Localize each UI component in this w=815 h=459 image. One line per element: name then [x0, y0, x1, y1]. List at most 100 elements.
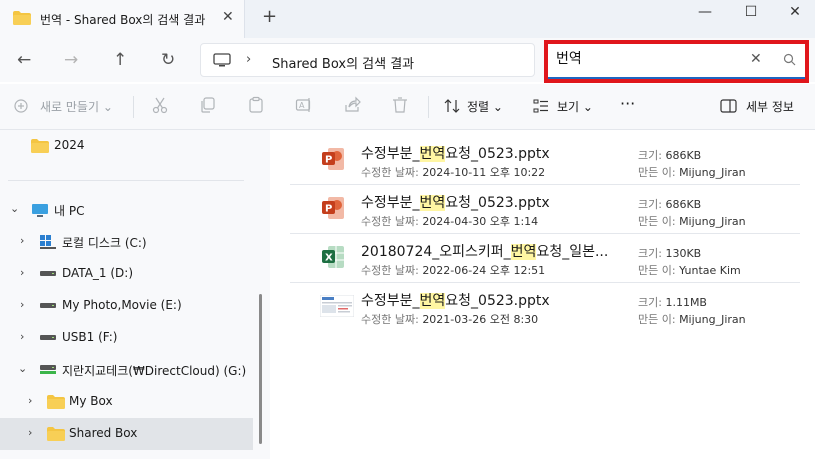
- back-button[interactable]: ←: [17, 50, 31, 70]
- file-name-prefix: 수정부분_: [361, 146, 420, 162]
- size-key: 크기:: [638, 247, 662, 260]
- folder-icon: [31, 139, 49, 153]
- modified-value: 2024-10-11 오후 10:22: [422, 166, 546, 179]
- sidebar-item-my-box[interactable]: › My Box: [0, 386, 253, 418]
- chevron-down-icon[interactable]: ⌄: [18, 362, 27, 375]
- svg-text:A: A: [299, 101, 305, 110]
- chevron-right-icon[interactable]: ›: [246, 52, 251, 67]
- search-match-highlight: 번역: [419, 293, 446, 309]
- search-box[interactable]: ✕: [548, 44, 805, 79]
- chevron-right-icon[interactable]: ›: [20, 234, 24, 247]
- sidebar-item-this-pc[interactable]: ⌄ 내 PC: [0, 194, 253, 226]
- file-name-suffix: 요청_0523.pptx: [445, 293, 550, 309]
- list-item[interactable]: X 20180724_오피스키퍼_번역요청_일본... 수정한 날짜: 2022…: [290, 234, 800, 283]
- search-input[interactable]: [556, 50, 741, 66]
- breadcrumb[interactable]: Shared Box의 검색 결과: [272, 53, 414, 72]
- drive-icon: [40, 335, 56, 340]
- sidebar-item-label: 내 PC: [54, 204, 85, 218]
- forward-button[interactable]: →: [64, 50, 78, 70]
- file-size: 크기: 686KB: [638, 196, 701, 212]
- close-tab-icon[interactable]: ✕: [222, 9, 234, 25]
- sidebar-item-label: DATA_1 (D:): [62, 266, 134, 280]
- size-value: 686KB: [665, 198, 702, 211]
- sidebar-item-drive-d[interactable]: › DATA_1 (D:): [0, 258, 253, 290]
- sidebar-item-2024[interactable]: 2024: [0, 130, 253, 162]
- chevron-right-icon[interactable]: ›: [28, 394, 32, 407]
- computer-icon: [32, 204, 48, 217]
- sidebar-item-drive-g[interactable]: ⌄ 지란지교테크(₩DirectCloud) (G:): [0, 354, 253, 386]
- refresh-button[interactable]: ↻: [161, 50, 175, 70]
- list-item[interactable]: 수정부분_번역요청_0523.pptx 수정한 날짜: 2021-03-26 오…: [290, 283, 800, 331]
- powerpoint-file-icon: P: [322, 197, 344, 219]
- cut-icon[interactable]: [151, 96, 169, 114]
- tab-title: 번역 - Shared Box의 검색 결과: [40, 13, 206, 27]
- search-match-highlight: 번역: [419, 146, 446, 162]
- file-name-suffix: 요청_0523.pptx: [445, 195, 550, 211]
- more-options-button[interactable]: ···: [620, 94, 635, 113]
- paste-icon[interactable]: [247, 96, 265, 114]
- file-size: 크기: 686KB: [638, 147, 701, 163]
- maximize-button[interactable]: ☐: [731, 4, 771, 20]
- sidebar-item-drive-e[interactable]: › My Photo,Movie (E:): [0, 290, 253, 322]
- size-value: 686KB: [665, 149, 702, 162]
- toolbar-divider: [428, 96, 429, 118]
- file-name-prefix: 수정부분_: [361, 195, 420, 211]
- file-size: 크기: 1.11MB: [638, 294, 707, 310]
- size-key: 크기:: [638, 296, 662, 309]
- sidebar-item-label: My Photo,Movie (E:): [62, 298, 182, 312]
- svg-text:P: P: [325, 155, 332, 166]
- folder-icon: [47, 395, 65, 409]
- sidebar-item-label: My Box: [69, 394, 113, 408]
- sort-button[interactable]: 정렬 ⌄: [467, 98, 503, 115]
- modified-key: 수정한 날짜:: [361, 264, 419, 277]
- up-button[interactable]: ↑: [113, 50, 127, 70]
- delete-icon[interactable]: [391, 96, 409, 114]
- list-item[interactable]: P 수정부분_번역요청_0523.pptx 수정한 날짜: 2024-10-11…: [290, 136, 800, 185]
- sidebar-item-drive-c[interactable]: › 로컬 디스크 (C:): [0, 226, 253, 258]
- search-icon[interactable]: [783, 53, 796, 66]
- file-modified: 수정한 날짜: 2021-03-26 오전 8:30: [361, 311, 538, 327]
- command-bar: 새로 만들기 ⌄ A 정렬 ⌄ 보기 ⌄ ··· 세부 정보: [0, 84, 815, 130]
- file-author: 만든 이: Yuntae Kim: [638, 262, 741, 278]
- file-name-prefix: 수정부분_: [361, 293, 420, 309]
- sidebar-scrollbar[interactable]: [259, 294, 262, 444]
- file-author: 만든 이: Mijung_Jiran: [638, 311, 746, 327]
- modified-key: 수정한 날짜:: [361, 215, 419, 228]
- size-key: 크기:: [638, 198, 662, 211]
- chevron-right-icon[interactable]: ›: [20, 330, 24, 343]
- file-name: 20180724_오피스키퍼_번역요청_일본...: [361, 241, 608, 261]
- new-menu-button[interactable]: 새로 만들기 ⌄: [40, 98, 113, 115]
- tab-search-results[interactable]: 번역 - Shared Box의 검색 결과 ✕: [0, 0, 245, 38]
- sidebar-item-label: 2024: [54, 138, 85, 152]
- author-value: Mijung_Jiran: [679, 215, 746, 228]
- sidebar-item-shared-box[interactable]: › Shared Box: [0, 418, 253, 450]
- new-tab-button[interactable]: +: [262, 6, 277, 27]
- file-size: 크기: 130KB: [638, 245, 701, 261]
- copy-icon[interactable]: [199, 96, 217, 114]
- sidebar-item-label: Shared Box: [69, 426, 138, 440]
- details-button[interactable]: 세부 정보: [746, 98, 794, 115]
- sidebar-item-drive-f[interactable]: › USB1 (F:): [0, 322, 253, 354]
- file-modified: 수정한 날짜: 2022-06-24 오후 12:51: [361, 262, 545, 278]
- modified-key: 수정한 날짜:: [361, 313, 419, 326]
- navigation-pane: 2024 ⌄ 내 PC › 로컬 디스크 (C:) › DATA_1 (D:) …: [0, 130, 270, 459]
- rename-icon[interactable]: A: [295, 96, 313, 114]
- close-window-button[interactable]: ✕: [775, 4, 815, 20]
- address-bar[interactable]: › Shared Box의 검색 결과: [200, 43, 535, 77]
- list-item[interactable]: P 수정부분_번역요청_0523.pptx 수정한 날짜: 2024-04-30…: [290, 185, 800, 234]
- image-thumbnail-icon: [320, 295, 354, 317]
- view-button[interactable]: 보기 ⌄: [557, 98, 593, 115]
- file-name: 수정부분_번역요청_0523.pptx: [361, 290, 550, 310]
- minimize-button[interactable]: —: [685, 4, 725, 20]
- windows-drive-icon: [40, 235, 56, 249]
- chevron-right-icon[interactable]: ›: [20, 298, 24, 311]
- drive-icon: [40, 271, 56, 276]
- chevron-right-icon[interactable]: ›: [28, 426, 32, 439]
- chevron-right-icon[interactable]: ›: [20, 266, 24, 279]
- toolbar-divider: [133, 96, 134, 118]
- clear-search-icon[interactable]: ✕: [750, 51, 762, 67]
- chevron-down-icon[interactable]: ⌄: [10, 202, 19, 215]
- share-icon[interactable]: [343, 96, 361, 114]
- new-menu-label: 새로 만들기: [40, 100, 100, 114]
- plus-circle-icon: [14, 99, 28, 113]
